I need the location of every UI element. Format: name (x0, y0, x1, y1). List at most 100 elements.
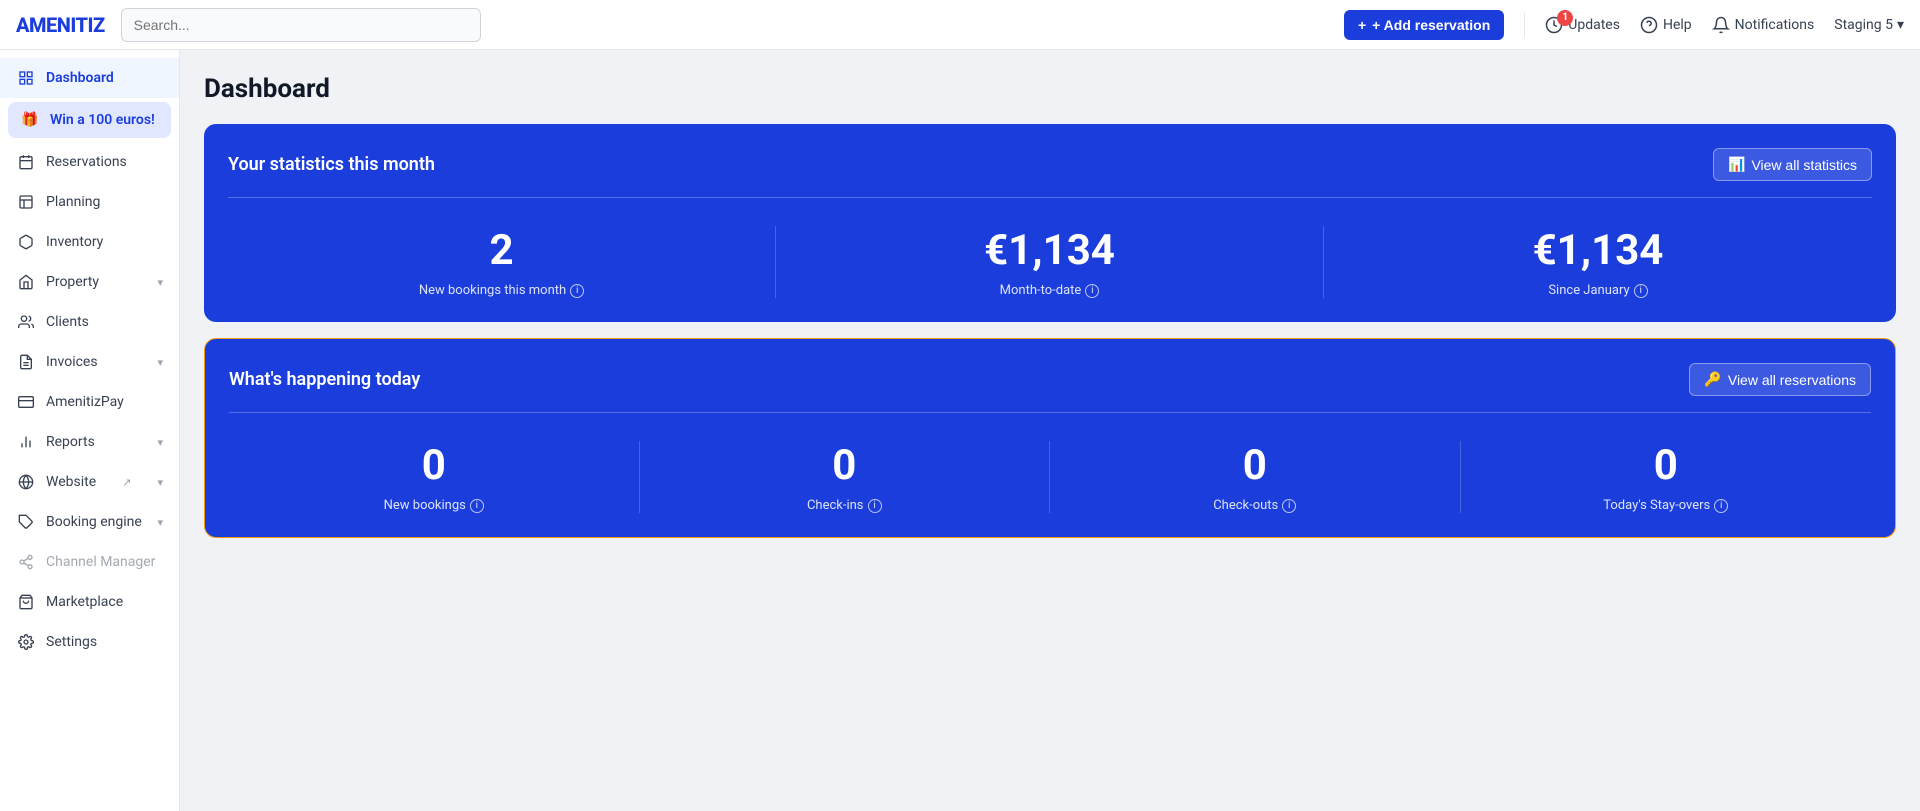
sidebar-item-inventory[interactable]: Inventory (0, 222, 179, 262)
sidebar-item-settings[interactable]: Settings (0, 622, 179, 662)
info-icon[interactable]: i (1085, 284, 1099, 298)
stat-new-bookings-today: 0 New bookings i (229, 441, 640, 513)
statistics-card-header: Your statistics this month 📊 View all st… (228, 148, 1872, 181)
notifications-button[interactable]: Notifications (1712, 16, 1815, 34)
search-input[interactable] (121, 8, 481, 42)
view-all-statistics-button[interactable]: 📊 View all statistics (1713, 148, 1872, 181)
info-icon[interactable]: i (1282, 499, 1296, 513)
stat-label: New bookings i (384, 498, 484, 513)
statistics-grid: 2 New bookings this month i €1,134 Month… (228, 226, 1872, 298)
help-label: Help (1663, 17, 1692, 33)
stat-label: Check-ins i (807, 498, 882, 513)
navbar-right: + + Add reservation 1 Updates Help Notif… (1344, 10, 1904, 40)
stat-value: 0 (1243, 441, 1267, 490)
updates-badge: 1 (1557, 10, 1573, 26)
settings-icon (16, 632, 36, 652)
sidebar-item-label: Dashboard (46, 70, 114, 86)
plus-icon: + (1358, 17, 1366, 33)
updates-button[interactable]: 1 Updates (1545, 16, 1620, 34)
stat-label: Month-to-date i (1000, 283, 1100, 298)
sidebar-item-label: Clients (46, 314, 89, 330)
help-button[interactable]: Help (1640, 16, 1692, 34)
chevron-down-icon: ▾ (157, 436, 163, 449)
info-icon[interactable]: i (868, 499, 882, 513)
logo[interactable]: AMENITIZ (16, 13, 105, 37)
gift-icon: 🎁 (20, 110, 40, 130)
statistics-card: Your statistics this month 📊 View all st… (204, 124, 1896, 322)
stat-since-january: €1,134 Since January i (1324, 226, 1872, 298)
sidebar-item-amenitizpay[interactable]: AmenitizPay (0, 382, 179, 422)
home-icon (16, 272, 36, 292)
sidebar-item-channel-manager: Channel Manager (0, 542, 179, 582)
external-link-icon: ↗ (122, 476, 131, 489)
sidebar-item-label: Marketplace (46, 594, 123, 610)
credit-card-icon (16, 392, 36, 412)
statistics-divider (228, 197, 1872, 198)
sidebar-item-label: AmenitizPay (46, 394, 124, 410)
layout-icon (16, 192, 36, 212)
stat-stay-overs: 0 Today's Stay-overs i (1461, 441, 1872, 513)
sidebar-item-reservations[interactable]: Reservations (0, 142, 179, 182)
statistics-title: Your statistics this month (228, 154, 435, 175)
sidebar-item-label: Reservations (46, 154, 127, 170)
stat-value: 0 (1654, 441, 1678, 490)
sidebar-item-clients[interactable]: Clients (0, 302, 179, 342)
bell-icon (1712, 16, 1730, 34)
stat-label: Since January i (1548, 283, 1647, 298)
main-content: Dashboard Your statistics this month 📊 V… (180, 50, 1920, 811)
info-icon[interactable]: i (470, 499, 484, 513)
staging-selector[interactable]: Staging 5 ▾ (1834, 17, 1904, 33)
sidebar-item-label: Reports (46, 434, 95, 450)
navbar: AMENITIZ + + Add reservation 1 Updates H… (0, 0, 1920, 50)
stat-label: Check-outs i (1213, 498, 1296, 513)
grid-icon (16, 68, 36, 88)
view-all-statistics-label: View all statistics (1751, 157, 1857, 173)
sidebar-item-dashboard[interactable]: Dashboard (0, 58, 179, 98)
updates-label: Updates (1568, 17, 1620, 33)
staging-chevron-icon: ▾ (1897, 17, 1904, 33)
sidebar-item-invoices[interactable]: Invoices ▾ (0, 342, 179, 382)
help-icon (1640, 16, 1658, 34)
add-reservation-label: + Add reservation (1372, 17, 1490, 33)
stat-value: €1,134 (1533, 226, 1664, 275)
info-icon[interactable]: i (1714, 499, 1728, 513)
share-icon (16, 552, 36, 572)
sidebar-item-website[interactable]: Website ↗ ▾ (0, 462, 179, 502)
box-icon (16, 232, 36, 252)
view-all-reservations-button[interactable]: 🔑 View all reservations (1689, 363, 1871, 396)
sidebar-item-label: Booking engine (46, 514, 142, 530)
today-stats-grid: 0 New bookings i 0 Check-ins i 0 (229, 441, 1871, 513)
add-reservation-button[interactable]: + + Add reservation (1344, 10, 1504, 40)
stat-month-to-date: €1,134 Month-to-date i (776, 226, 1324, 298)
calendar-icon (16, 152, 36, 172)
sidebar-item-reports[interactable]: Reports ▾ (0, 422, 179, 462)
sidebar-item-win[interactable]: 🎁 Win a 100 euros! (8, 102, 171, 138)
today-title: What's happening today (229, 369, 420, 390)
stat-new-bookings: 2 New bookings this month i (228, 226, 776, 298)
today-card: What's happening today 🔑 View all reserv… (204, 338, 1896, 538)
stat-label: New bookings this month i (419, 283, 584, 298)
page-title: Dashboard (204, 74, 1896, 104)
stat-check-outs: 0 Check-outs i (1050, 441, 1461, 513)
globe-icon (16, 472, 36, 492)
chevron-down-icon: ▾ (157, 516, 163, 529)
notifications-label: Notifications (1735, 17, 1815, 33)
stat-value: 0 (832, 441, 856, 490)
sidebar-item-label: Inventory (46, 234, 103, 250)
sidebar-item-property[interactable]: Property ▾ (0, 262, 179, 302)
sidebar-item-label: Settings (46, 634, 97, 650)
sidebar-item-booking-engine[interactable]: Booking engine ▾ (0, 502, 179, 542)
sidebar-item-marketplace[interactable]: Marketplace (0, 582, 179, 622)
chevron-down-icon: ▾ (157, 476, 163, 489)
stat-value: €1,134 (984, 226, 1115, 275)
sidebar-item-planning[interactable]: Planning (0, 182, 179, 222)
stat-label: Today's Stay-overs i (1603, 498, 1728, 513)
sidebar-item-label: Website (46, 474, 96, 490)
info-icon[interactable]: i (1634, 284, 1648, 298)
stat-value: 0 (422, 441, 446, 490)
tag-icon (16, 512, 36, 532)
sidebar: Dashboard 🎁 Win a 100 euros! Reservation… (0, 50, 180, 811)
info-icon[interactable]: i (570, 284, 584, 298)
sidebar-item-label: Planning (46, 194, 100, 210)
stat-check-ins: 0 Check-ins i (640, 441, 1051, 513)
